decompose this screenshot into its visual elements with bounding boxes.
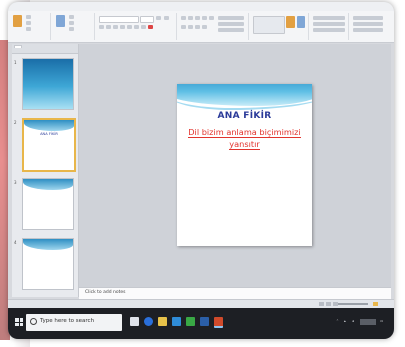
ribbon-group-clipboard xyxy=(10,13,51,40)
file-explorer-icon[interactable] xyxy=(158,317,167,326)
paste-icon[interactable] xyxy=(13,15,22,27)
underline-icon[interactable] xyxy=(113,25,118,29)
edge-browser-icon[interactable] xyxy=(144,317,153,326)
replace-button[interactable] xyxy=(353,22,383,26)
quick-styles-icon[interactable] xyxy=(297,16,305,28)
layout-icon[interactable] xyxy=(69,15,74,19)
spacing-icon[interactable] xyxy=(134,25,139,29)
text-direction-button[interactable] xyxy=(218,16,244,20)
slide-thumbnail-1[interactable] xyxy=(22,58,74,110)
pane-tabs xyxy=(12,44,78,54)
slide-body-line-2: yansıtır xyxy=(229,139,260,150)
clock[interactable] xyxy=(360,319,376,325)
slide-thumbnail-4[interactable] xyxy=(22,238,74,290)
slide-canvas: ANA FİKİR Dil bizim anlama biçimimizi ya… xyxy=(79,44,391,287)
photo-frame: 1 2 ANA FİKİR 3 4 ANA FİKİR Dil bizim an… xyxy=(0,0,405,347)
windows-taskbar: Type here to search ⌃ ▴ ◂ ▭ xyxy=(8,308,394,339)
bullets-icon[interactable] xyxy=(181,16,186,20)
ribbon-group-font xyxy=(96,13,177,40)
powerpoint-icon[interactable] xyxy=(214,317,223,328)
increase-indent-icon[interactable] xyxy=(202,16,207,20)
arrange-icon[interactable] xyxy=(286,16,295,28)
tray-arrow-icon[interactable]: ⌃ xyxy=(336,319,339,323)
powerpoint-window: 1 2 ANA FİKİR 3 4 ANA FİKİR Dil bizim an… xyxy=(8,2,394,339)
slide-number: 3 xyxy=(14,180,17,185)
windows-start-icon[interactable] xyxy=(15,318,23,326)
slide-number: 1 xyxy=(14,60,17,65)
decrease-indent-icon[interactable] xyxy=(195,16,200,20)
shrink-font-icon[interactable] xyxy=(164,16,169,20)
cut-icon[interactable] xyxy=(26,15,31,19)
find-button[interactable] xyxy=(353,16,383,20)
select-button[interactable] xyxy=(353,28,383,32)
normal-view-icon[interactable] xyxy=(319,302,324,306)
grow-font-icon[interactable] xyxy=(156,16,161,20)
slides-pane: 1 2 ANA FİKİR 3 4 xyxy=(12,44,79,297)
volume-icon[interactable]: ◂ xyxy=(352,319,354,323)
strikethrough-icon[interactable] xyxy=(127,25,132,29)
thumbnail-wave xyxy=(23,239,73,250)
ribbon-group-shape-format xyxy=(310,13,349,40)
shapes-gallery[interactable] xyxy=(253,16,285,34)
new-slide-icon[interactable] xyxy=(56,15,65,27)
font-name-select[interactable] xyxy=(99,16,139,23)
align-text-button[interactable] xyxy=(218,22,244,26)
line-spacing-icon[interactable] xyxy=(209,16,214,20)
center-icon[interactable] xyxy=(188,25,193,29)
italic-icon[interactable] xyxy=(106,25,111,29)
slide-title[interactable]: ANA FİKİR xyxy=(177,111,312,121)
format-painter-icon[interactable] xyxy=(26,27,31,31)
align-right-icon[interactable] xyxy=(195,25,200,29)
shape-outline-button[interactable] xyxy=(313,22,345,26)
bold-icon[interactable] xyxy=(99,25,104,29)
system-tray: ⌃ ▴ ◂ ▭ xyxy=(336,314,388,332)
thumbnail-wave xyxy=(23,179,73,190)
font-color-icon[interactable] xyxy=(148,25,153,29)
thumbnail-title: ANA FİKİR xyxy=(40,132,58,136)
copy-icon[interactable] xyxy=(26,21,31,25)
network-icon[interactable]: ▴ xyxy=(344,319,346,323)
numbering-icon[interactable] xyxy=(188,16,193,20)
store-icon[interactable] xyxy=(172,317,181,326)
app-icon-green[interactable] xyxy=(186,317,195,326)
notes-placeholder: Click to add notes xyxy=(85,290,126,295)
font-size-select[interactable] xyxy=(140,16,154,23)
slide-thumbnail-3[interactable] xyxy=(22,178,74,230)
convert-smartart-button[interactable] xyxy=(218,28,244,32)
zoom-slider[interactable] xyxy=(338,303,368,305)
tab-slides[interactable] xyxy=(14,45,22,48)
word-icon[interactable] xyxy=(200,317,209,326)
task-view-icon[interactable] xyxy=(130,317,139,326)
slide-body[interactable]: Dil bizim anlama biçimimizi yansıtır xyxy=(185,126,304,150)
slide-thumbnail-2[interactable]: ANA FİKİR xyxy=(22,118,76,172)
ribbon-group-drawing xyxy=(250,13,309,40)
shadow-icon[interactable] xyxy=(120,25,125,29)
taskbar-search-box[interactable]: Type here to search xyxy=(26,314,122,331)
slide-sorter-icon[interactable] xyxy=(326,302,331,306)
shape-fill-button[interactable] xyxy=(313,16,345,20)
justify-icon[interactable] xyxy=(202,25,207,29)
notifications-icon[interactable]: ▭ xyxy=(380,319,383,323)
ribbon xyxy=(8,11,394,43)
tab-outline[interactable] xyxy=(32,45,38,47)
slide-header-wave-line xyxy=(177,94,312,110)
ribbon-tab-bar xyxy=(8,2,394,11)
align-left-icon[interactable] xyxy=(181,25,186,29)
section-icon[interactable] xyxy=(69,27,74,31)
slide-number: 4 xyxy=(14,240,17,245)
fit-to-window-icon[interactable] xyxy=(373,302,378,306)
change-case-icon[interactable] xyxy=(141,25,146,29)
ribbon-group-slides xyxy=(52,13,95,40)
slide-number: 2 xyxy=(14,120,17,125)
ribbon-group-paragraph xyxy=(178,13,249,40)
current-slide[interactable]: ANA FİKİR Dil bizim anlama biçimimizi ya… xyxy=(177,84,312,246)
reset-icon[interactable] xyxy=(69,21,74,25)
search-placeholder: Type here to search xyxy=(40,318,95,324)
shape-effects-button[interactable] xyxy=(313,28,345,32)
thumbnail-wave xyxy=(24,120,74,131)
ribbon-group-editing xyxy=(350,13,390,40)
slide-body-line-1: Dil bizim anlama biçimimizi xyxy=(188,127,301,138)
search-icon xyxy=(30,318,37,325)
